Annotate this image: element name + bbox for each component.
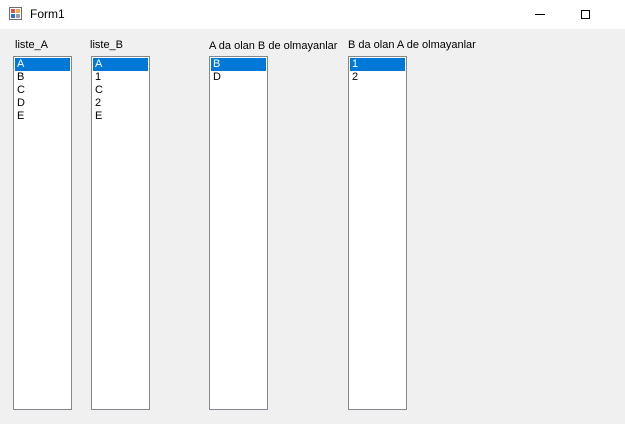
form-app-icon xyxy=(9,7,22,20)
list-item[interactable]: D xyxy=(211,71,266,84)
list-item[interactable]: B xyxy=(211,58,266,71)
list-item[interactable]: 1 xyxy=(93,71,148,84)
b-not-in-a-label: B da olan A de olmayanlar xyxy=(348,39,476,51)
liste-a-listbox[interactable]: ABCDE xyxy=(13,56,72,410)
b-not-in-a-listbox[interactable]: 12 xyxy=(348,56,407,410)
list-item[interactable]: E xyxy=(15,110,70,123)
list-item[interactable]: D xyxy=(15,97,70,110)
maximize-button[interactable] xyxy=(562,0,608,29)
list-item[interactable]: 1 xyxy=(350,58,405,71)
list-item[interactable]: B xyxy=(15,71,70,84)
minimize-button[interactable] xyxy=(517,0,563,29)
list-item[interactable]: 2 xyxy=(350,71,405,84)
list-item[interactable]: 2 xyxy=(93,97,148,110)
liste-b-label: liste_B xyxy=(90,39,124,51)
liste-a-label: liste_A xyxy=(15,39,49,51)
title-bar: Form1 xyxy=(0,0,625,29)
liste-b-listbox[interactable]: A1C2E xyxy=(91,56,150,410)
list-item[interactable]: C xyxy=(15,84,70,97)
window-title: Form1 xyxy=(30,7,65,21)
list-item[interactable]: A xyxy=(15,58,70,71)
minimize-icon xyxy=(535,14,545,15)
a-not-in-b-listbox[interactable]: BD xyxy=(209,56,268,410)
list-item[interactable]: A xyxy=(93,58,148,71)
list-item[interactable]: E xyxy=(93,110,148,123)
list-item[interactable]: C xyxy=(93,84,148,97)
maximize-icon xyxy=(580,10,590,19)
a-not-in-b-label: A da olan B de olmayanlar xyxy=(209,40,338,52)
